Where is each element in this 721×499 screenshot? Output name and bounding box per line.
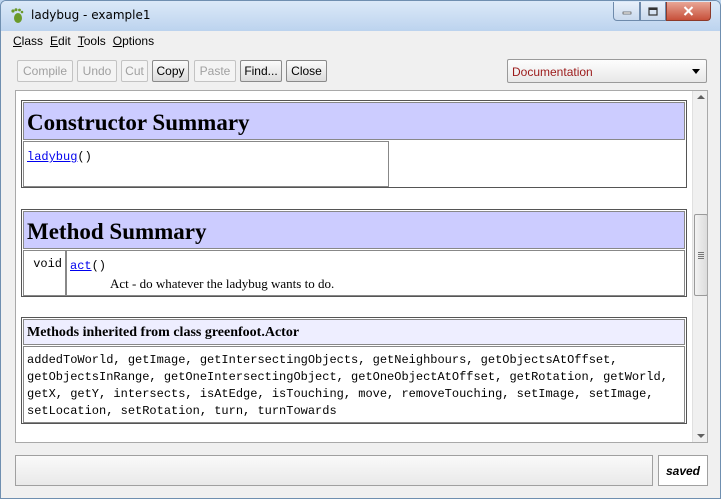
inherited-methods-header: Methods inherited from class greenfoot.A… bbox=[23, 319, 685, 345]
status-message-field bbox=[15, 455, 653, 486]
cut-button[interactable]: Cut bbox=[121, 60, 148, 82]
saved-status-badge: saved bbox=[658, 455, 708, 486]
constructor-link[interactable]: ladybug bbox=[27, 150, 77, 164]
grip-line bbox=[698, 256, 704, 257]
inherited-methods-line: getObjectsInRange, getOneIntersectingObj… bbox=[27, 370, 668, 384]
method-link-act[interactable]: act bbox=[70, 259, 92, 273]
method-summary-header: Method Summary bbox=[23, 211, 685, 249]
inherited-methods-line: getX, getY, intersects, isAtEdge, isTouc… bbox=[27, 387, 654, 401]
chevron-down-icon bbox=[692, 69, 700, 74]
compile-button[interactable]: Compile bbox=[17, 60, 73, 82]
undo-button[interactable]: Undo bbox=[77, 60, 117, 82]
menu-class[interactable]: Class bbox=[13, 34, 43, 48]
constructor-summary-table: Constructor Summary ladybug() bbox=[21, 100, 687, 188]
inherited-methods-line: addedToWorld, getImage, getIntersectingO… bbox=[27, 353, 618, 367]
documentation-pane[interactable]: Constructor Summary ladybug() Method Sum… bbox=[15, 90, 708, 443]
method-signature: act() bbox=[70, 259, 107, 273]
minimize-icon bbox=[622, 11, 631, 15]
constructor-summary-title: Constructor Summary bbox=[27, 110, 250, 135]
close-button[interactable]: Close bbox=[286, 60, 327, 82]
copy-button[interactable]: Copy bbox=[152, 60, 189, 82]
grip-line bbox=[698, 254, 704, 255]
menu-options[interactable]: Options bbox=[113, 34, 154, 48]
grip-icon bbox=[698, 252, 704, 253]
method-cell: act() Act - do whatever the ladybug want… bbox=[66, 250, 685, 296]
close-icon bbox=[683, 6, 694, 16]
constructor-summary-header: Constructor Summary bbox=[23, 102, 685, 140]
greenfoot-foot-icon bbox=[11, 8, 24, 23]
next-table-edge bbox=[21, 442, 687, 443]
documentation-content: Constructor Summary ladybug() Method Sum… bbox=[16, 91, 692, 443]
method-description: Act - do whatever the ladybug wants to d… bbox=[110, 276, 335, 291]
editor-window: ladybug - example1 Class Edit Tools Opti… bbox=[0, 0, 721, 499]
return-type: void bbox=[33, 257, 62, 271]
grip-line bbox=[698, 258, 704, 259]
inherited-methods-cell: addedToWorld, getImage, getIntersectingO… bbox=[23, 346, 685, 423]
scroll-up-icon[interactable] bbox=[697, 95, 705, 99]
maximize-icon bbox=[648, 6, 658, 16]
menu-edit[interactable]: Edit bbox=[50, 34, 71, 48]
menu-bar: Class Edit Tools Options bbox=[2, 31, 720, 51]
window-title: ladybug - example1 bbox=[31, 8, 151, 22]
view-selector-value: Documentation bbox=[512, 65, 593, 79]
constructor-signature: ladybug() bbox=[27, 150, 92, 164]
inherited-methods-line: setLocation, setRotation, turn, turnTowa… bbox=[27, 404, 337, 418]
scroll-down-icon[interactable] bbox=[697, 434, 705, 438]
close-window-button[interactable] bbox=[666, 2, 711, 21]
title-bar[interactable]: ladybug - example1 bbox=[1, 1, 720, 31]
view-selector-dropdown[interactable]: Documentation bbox=[507, 59, 707, 83]
method-summary-title: Method Summary bbox=[27, 219, 207, 244]
paste-button[interactable]: Paste bbox=[194, 60, 236, 82]
method-summary-table: Method Summary void act() Act - do whate… bbox=[21, 209, 687, 297]
inherited-methods-title: Methods inherited from class greenfoot.A… bbox=[27, 325, 300, 340]
constructor-cell: ladybug() bbox=[23, 141, 389, 187]
vertical-scrollbar[interactable] bbox=[692, 91, 707, 442]
maximize-button[interactable] bbox=[640, 2, 666, 21]
minimize-button[interactable] bbox=[613, 2, 640, 21]
scrollbar-thumb[interactable] bbox=[694, 214, 707, 296]
menu-tools[interactable]: Tools bbox=[78, 34, 106, 48]
inherited-methods-list: addedToWorld, getImage, getIntersectingO… bbox=[27, 352, 668, 420]
return-type-cell: void bbox=[23, 250, 66, 296]
find-button[interactable]: Find... bbox=[240, 60, 282, 82]
inherited-methods-table: Methods inherited from class greenfoot.A… bbox=[21, 317, 687, 424]
